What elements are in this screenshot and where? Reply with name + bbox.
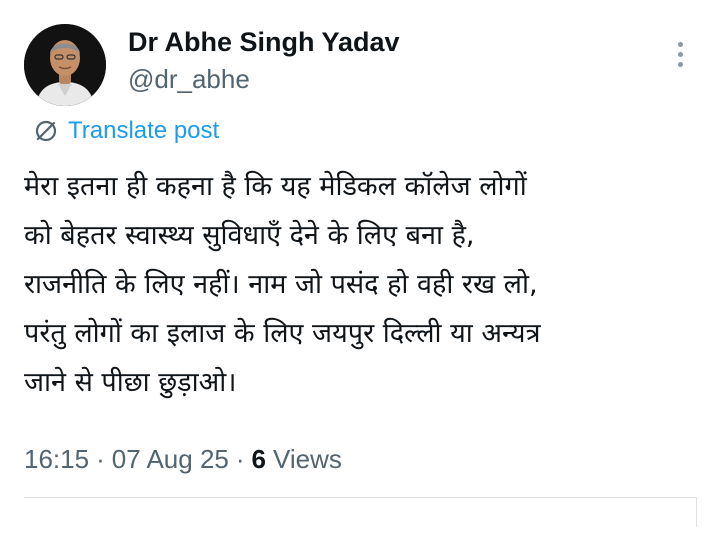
author-handle[interactable]: @dr_abhe bbox=[128, 64, 250, 95]
author-display-name[interactable]: Dr Abhe Singh Yadav bbox=[128, 27, 400, 58]
post-card: Dr Abhe Singh Yadav @dr_abhe Translate p… bbox=[0, 0, 720, 535]
post-text-line: को बेहतर स्वास्थ्य सुविधाएँ देने के लिए … bbox=[24, 220, 475, 251]
meta-separator: · bbox=[96, 443, 105, 474]
post-text-line: जाने से पीछा छुड़ाओ। bbox=[24, 367, 237, 398]
more-options-button[interactable] bbox=[664, 36, 696, 72]
views-label[interactable]: Views bbox=[273, 444, 342, 475]
post-text-line: राजनीति के लिए नहीं। नाम जो पसंद हो वही … bbox=[24, 269, 538, 300]
post-body: मेरा इतना ही कहना है कि यह मेडिकल कॉलेज … bbox=[24, 162, 704, 407]
post-text-line: परंतु लोगों का इलाज के लिए जयपुर दिल्ली … bbox=[24, 318, 541, 349]
more-vertical-icon-dot bbox=[677, 51, 683, 57]
more-vertical-icon-dot bbox=[677, 41, 683, 47]
translate-post-label: Translate post bbox=[68, 117, 220, 144]
divider bbox=[24, 497, 696, 498]
post-metadata: 16:15 · 07 Aug 25 · 6 Views bbox=[24, 441, 342, 477]
post-time[interactable]: 16:15 bbox=[24, 444, 89, 475]
avatar-photo bbox=[24, 24, 106, 106]
divider bbox=[696, 497, 697, 527]
translate-post-button[interactable]: Translate post bbox=[32, 115, 219, 147]
post-text-line: मेरा इतना ही कहना है कि यह मेडिकल कॉलेज … bbox=[24, 171, 527, 202]
views-count[interactable]: 6 bbox=[252, 444, 266, 475]
post-date[interactable]: 07 Aug 25 bbox=[112, 444, 229, 475]
translate-globe-icon bbox=[35, 120, 57, 142]
author-avatar[interactable] bbox=[24, 24, 106, 106]
more-vertical-icon-dot bbox=[677, 61, 683, 67]
meta-separator: · bbox=[235, 443, 245, 474]
